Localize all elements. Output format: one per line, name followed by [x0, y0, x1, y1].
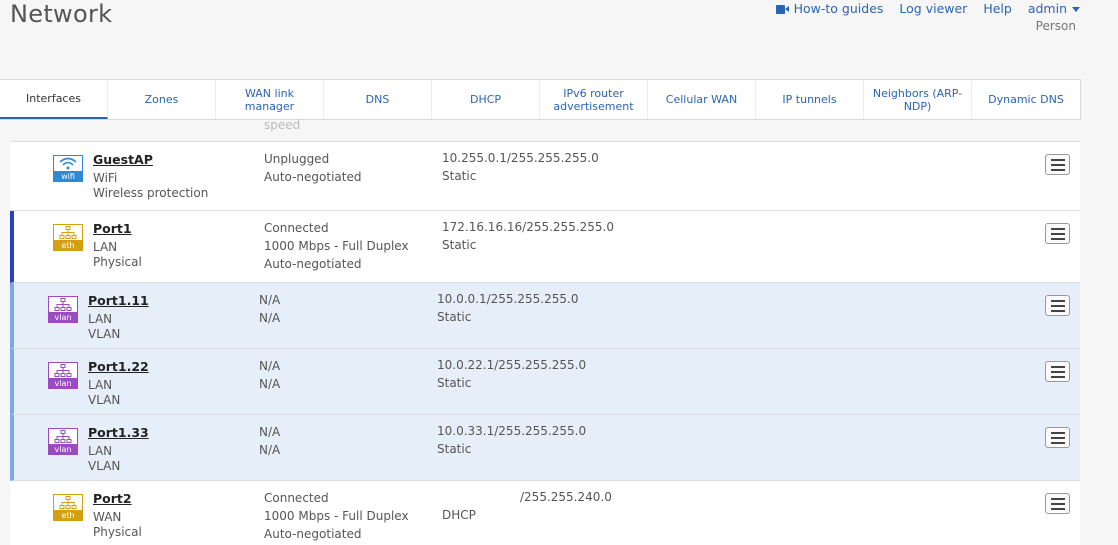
- vlan-interface-icon: vlan: [48, 296, 78, 324]
- table-row: vlan Port1.22 LAN VLAN N/A N/A 10.0.22.1…: [10, 349, 1080, 415]
- link-negotiation: Auto-negotiated: [264, 170, 362, 184]
- help-link[interactable]: Help: [983, 1, 1012, 16]
- tab-ipv6-router-advertisement[interactable]: IPv6 router advertisement: [540, 80, 648, 119]
- interface-name-link[interactable]: Port1.11: [88, 293, 149, 308]
- how-to-guides-label: How-to guides: [793, 1, 884, 16]
- link-negotiation: N/A: [259, 377, 281, 391]
- link-negotiation: N/A: [259, 443, 281, 457]
- user-name: admin: [1027, 1, 1067, 16]
- how-to-guides-link[interactable]: How-to guides: [775, 1, 884, 16]
- tab-zones[interactable]: Zones: [108, 80, 216, 119]
- ip-address: 10.0.33.1/255.255.255.0: [437, 424, 587, 438]
- interface-name-link[interactable]: Port1.33: [88, 425, 149, 440]
- interfaces-table: wifi GuestAP WiFi Wireless protection Un…: [10, 141, 1080, 545]
- table-row: eth Port1 LAN Physical Connected 1000 Mb…: [10, 211, 1080, 283]
- ip-address: 10.255.0.1/255.255.255.0: [442, 151, 599, 165]
- vlan-interface-icon: vlan: [48, 428, 78, 456]
- ip-mode: DHCP: [442, 508, 476, 522]
- tab-dns[interactable]: DNS: [324, 80, 432, 119]
- tab-ip-tunnels[interactable]: IP tunnels: [756, 80, 864, 119]
- interface-zone: WiFi: [93, 171, 118, 185]
- interface-kind: Physical: [93, 525, 142, 539]
- top-nav: How-to guides Log viewer Help admin: [775, 1, 1080, 16]
- hamburger-icon: [1050, 158, 1065, 161]
- user-menu[interactable]: admin: [1028, 1, 1080, 16]
- tab-bar: Interfaces Zones WAN link manager DNS DH…: [0, 79, 1081, 120]
- link-negotiation: Auto-negotiated: [264, 527, 362, 541]
- hamburger-icon: [1050, 227, 1065, 230]
- video-camera-icon: [775, 4, 789, 14]
- table-row: vlan Port1.11 LAN VLAN N/A N/A 10.0.0.1/…: [10, 283, 1080, 349]
- row-menu-button[interactable]: [1045, 427, 1070, 448]
- column-header-fragment: speed: [264, 118, 301, 132]
- interface-zone: LAN: [88, 444, 113, 458]
- link-status: N/A: [259, 425, 281, 439]
- interface-zone: LAN: [88, 378, 113, 392]
- user-role: Person: [1035, 19, 1076, 33]
- tab-interfaces[interactable]: Interfaces: [0, 80, 108, 119]
- link-speed: 1000 Mbps - Full Duplex: [264, 239, 409, 253]
- interface-name-link[interactable]: Port1.22: [88, 359, 149, 374]
- row-menu-button[interactable]: [1045, 154, 1070, 175]
- interface-kind: Physical: [93, 255, 142, 269]
- page-title: Network: [10, 0, 113, 28]
- ip-mode: Static: [437, 376, 472, 390]
- link-status: Unplugged: [264, 152, 330, 166]
- interface-name-link[interactable]: Port2: [93, 491, 132, 506]
- tab-dhcp[interactable]: DHCP: [432, 80, 540, 119]
- row-menu-button[interactable]: [1045, 361, 1070, 382]
- interface-name-link[interactable]: Port1: [93, 221, 132, 236]
- tab-wan-link-manager[interactable]: WAN link manager: [216, 80, 324, 119]
- link-status: N/A: [259, 293, 281, 307]
- ethernet-interface-icon: eth: [53, 494, 83, 522]
- link-status: N/A: [259, 359, 281, 373]
- ip-address: /255.255.240.0: [520, 490, 612, 504]
- interface-name-link[interactable]: GuestAP: [93, 152, 153, 167]
- wifi-interface-icon: wifi: [53, 155, 83, 183]
- link-negotiation: Auto-negotiated: [264, 257, 362, 271]
- hamburger-icon: [1050, 365, 1065, 368]
- ip-address: 10.0.0.1/255.255.255.0: [437, 292, 579, 306]
- link-status: Connected: [264, 491, 329, 505]
- vlan-interface-icon: vlan: [48, 362, 78, 390]
- table-row: eth Port2 WAN Physical Connected 1000 Mb…: [10, 481, 1080, 545]
- ip-mode: Static: [442, 169, 477, 183]
- tab-neighbors[interactable]: Neighbors (ARP-NDP): [864, 80, 972, 119]
- row-menu-button[interactable]: [1045, 223, 1070, 244]
- interface-kind: VLAN: [88, 327, 121, 341]
- interface-kind: Wireless protection: [93, 186, 209, 200]
- interface-zone: LAN: [93, 240, 118, 254]
- ip-mode: Static: [442, 238, 477, 252]
- ip-address: 172.16.16.16/255.255.255.0: [442, 220, 614, 234]
- ip-mode: Static: [437, 310, 472, 324]
- log-viewer-link[interactable]: Log viewer: [899, 1, 967, 16]
- hamburger-icon: [1050, 431, 1065, 434]
- link-status: Connected: [264, 221, 329, 235]
- hamburger-icon: [1050, 299, 1065, 302]
- link-speed: 1000 Mbps - Full Duplex: [264, 509, 409, 523]
- tab-dynamic-dns[interactable]: Dynamic DNS: [972, 80, 1080, 119]
- interface-kind: VLAN: [88, 459, 121, 473]
- interface-kind: VLAN: [88, 393, 121, 407]
- table-row: wifi GuestAP WiFi Wireless protection Un…: [10, 142, 1080, 211]
- ip-address: 10.0.22.1/255.255.255.0: [437, 358, 587, 372]
- row-menu-button[interactable]: [1045, 295, 1070, 316]
- ip-mode: Static: [437, 442, 472, 456]
- caret-down-icon: [1072, 7, 1080, 12]
- ethernet-interface-icon: eth: [53, 224, 83, 252]
- table-row: vlan Port1.33 LAN VLAN N/A N/A 10.0.33.1…: [10, 415, 1080, 481]
- hamburger-icon: [1050, 497, 1065, 500]
- link-negotiation: N/A: [259, 311, 281, 325]
- interface-zone: LAN: [88, 312, 113, 326]
- interface-zone: WAN: [93, 510, 122, 524]
- tab-cellular-wan[interactable]: Cellular WAN: [648, 80, 756, 119]
- row-menu-button[interactable]: [1045, 493, 1070, 514]
